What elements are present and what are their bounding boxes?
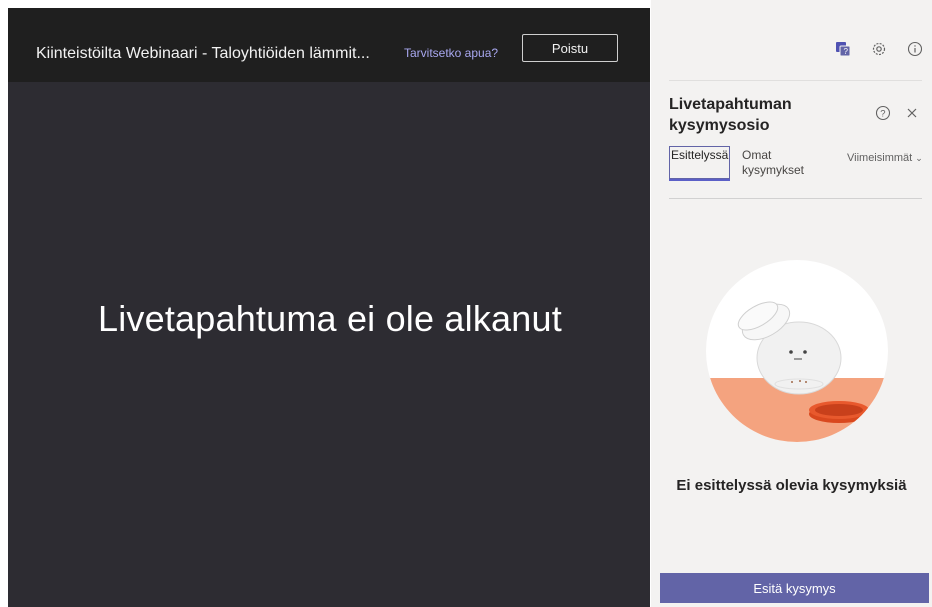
empty-state-message: Ei esittelyssä olevia kysymyksiä	[676, 477, 907, 494]
tabs-divider	[669, 198, 922, 199]
svg-text:?: ?	[880, 109, 885, 120]
gear-icon[interactable]	[870, 40, 888, 58]
empty-jar-illustration	[706, 260, 888, 442]
event-title: Kiinteistöilta Webinaari - Taloyhtiöiden…	[36, 45, 370, 62]
qna-panel: ? Livetapahtuman kysymysosio ? Esittelys…	[651, 0, 932, 607]
tab-featured[interactable]: Esittelyssä	[669, 146, 731, 181]
sort-dropdown[interactable]: Viimeisimmät ⌄	[847, 152, 923, 164]
help-icon[interactable]: ?	[874, 104, 892, 122]
chevron-down-icon: ⌄	[915, 153, 923, 163]
stage-header: Kiinteistöilta Webinaari - Taloyhtiöiden…	[8, 8, 650, 82]
sort-label: Viimeisimmät	[847, 152, 913, 164]
panel-title: Livetapahtuman kysymysosio	[669, 96, 792, 134]
live-event-stage: Kiinteistöilta Webinaari - Taloyhtiöiden…	[8, 8, 650, 607]
info-icon[interactable]	[906, 40, 924, 58]
panel-divider	[669, 80, 922, 81]
ask-question-button[interactable]: Esitä kysymys	[660, 573, 929, 603]
svg-text:?: ?	[844, 47, 849, 56]
close-icon[interactable]	[903, 104, 921, 122]
tab-my-questions[interactable]: Omat kysymykset	[742, 148, 822, 178]
leave-button[interactable]: Poistu	[522, 34, 618, 62]
event-status-message: Livetapahtuma ei ole alkanut	[98, 298, 562, 339]
help-link[interactable]: Tarvitsetko apua?	[404, 46, 498, 60]
qna-icon[interactable]: ?	[834, 40, 852, 58]
